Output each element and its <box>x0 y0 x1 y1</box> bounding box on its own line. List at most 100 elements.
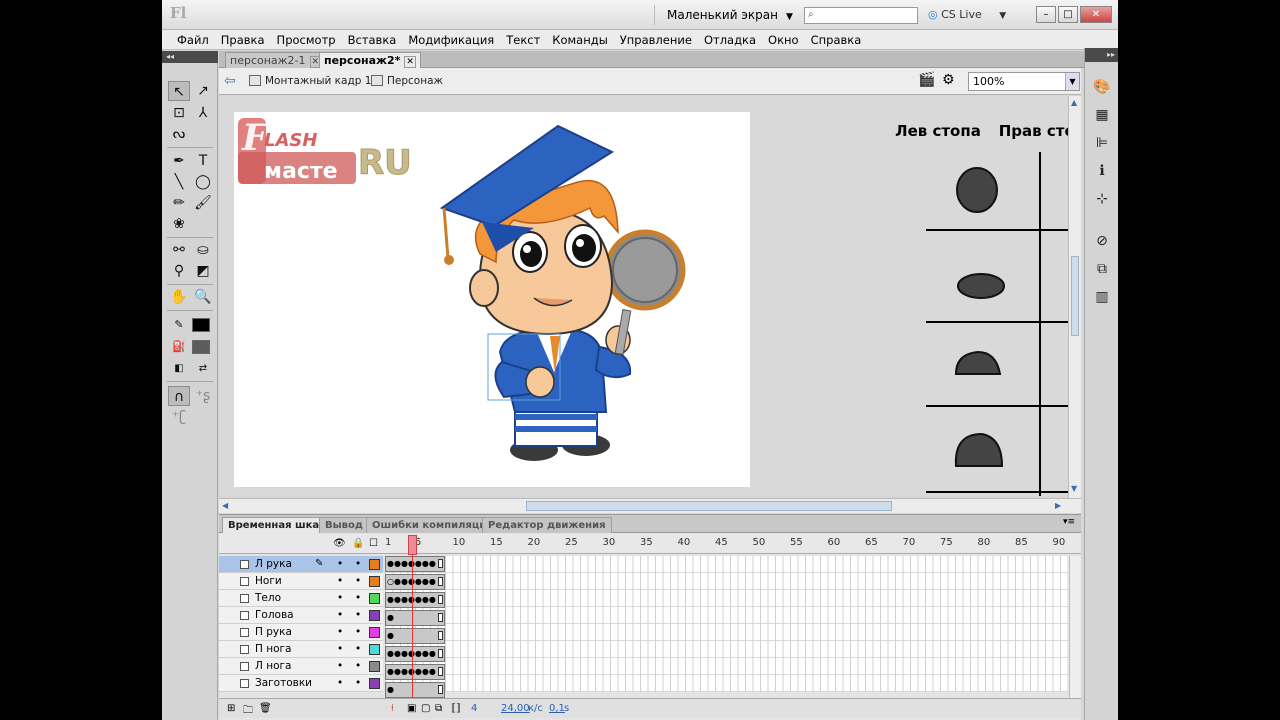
lock-toggle[interactable]: • <box>355 675 361 691</box>
keyframe-span[interactable] <box>385 610 445 626</box>
close-button[interactable]: ✕ <box>1080 6 1112 23</box>
menu-modify[interactable]: Модификация <box>402 30 500 49</box>
align-icon[interactable]: ⊫ <box>1093 134 1111 152</box>
edit-scene-icon[interactable]: 🎬 <box>918 72 935 88</box>
lock-toggle[interactable]: • <box>355 573 361 589</box>
stage-vscroll-thumb[interactable] <box>1071 256 1079 336</box>
scroll-down-icon[interactable]: ▼ <box>1071 484 1077 493</box>
lock-toggle[interactable]: • <box>355 607 361 623</box>
layer-name[interactable]: Л рука <box>255 556 292 572</box>
back-arrow-icon[interactable]: ⇦ <box>224 73 236 89</box>
menu-debug[interactable]: Отладка <box>698 30 762 49</box>
keyframe-markers[interactable]: ● <box>387 628 394 644</box>
eye-icon[interactable]: 👁 <box>333 538 346 549</box>
minimize-button[interactable]: – <box>1036 6 1056 23</box>
pencil-tool-icon[interactable]: ✏ <box>168 193 190 213</box>
playhead[interactable] <box>408 535 417 555</box>
menu-insert[interactable]: Вставка <box>342 30 403 49</box>
straighten-icon[interactable]: ⁺ʗ <box>168 407 190 427</box>
menu-view[interactable]: Просмотр <box>271 30 342 49</box>
brush-tool-icon[interactable]: 🖌 <box>192 193 214 213</box>
visibility-toggle[interactable]: • <box>337 573 343 589</box>
menu-edit[interactable]: Правка <box>215 30 271 49</box>
layer-name[interactable]: Ноги <box>255 573 282 589</box>
visibility-toggle[interactable]: • <box>337 675 343 691</box>
smooth-icon[interactable]: ⁺ʂ <box>192 386 214 406</box>
eyedropper-tool-icon[interactable]: ⚲ <box>168 261 190 281</box>
visibility-toggle[interactable]: • <box>337 624 343 640</box>
paint-bucket-tool-icon[interactable]: ⛀ <box>192 240 214 260</box>
keyframe-markers[interactable]: ● <box>387 682 394 698</box>
layer-row[interactable]: Л рука ✎ • • <box>219 556 383 573</box>
eraser-tool-icon[interactable]: ◩ <box>192 261 214 281</box>
layer-name[interactable]: Л нога <box>255 658 291 674</box>
new-folder-icon[interactable]: 🗀 <box>243 703 253 720</box>
lock-toggle[interactable]: • <box>355 658 361 674</box>
layer-name[interactable]: Голова <box>255 607 294 623</box>
restore-button[interactable]: □ <box>1058 6 1078 23</box>
edit-multiple-frames-icon[interactable]: ⧉ <box>435 703 442 714</box>
breadcrumb-scene[interactable]: Монтажный кадр 1 <box>249 75 371 87</box>
stage-vertical-scrollbar[interactable]: ▲ ▼ <box>1068 96 1081 498</box>
outline-icon[interactable]: ☐ <box>369 538 378 549</box>
stage[interactable]: F LASH масте RU <box>234 112 750 487</box>
layer-color-swatch[interactable] <box>369 559 380 570</box>
motion-presets-icon[interactable]: ⊘ <box>1093 232 1111 250</box>
onion-skin-icon[interactable]: ▣ <box>407 703 416 714</box>
keyframe-span[interactable] <box>385 682 445 698</box>
lasso-tool-icon[interactable]: ᔓ <box>168 124 190 144</box>
layer-row[interactable]: П рука • • <box>219 624 383 641</box>
layer-color-swatch[interactable] <box>369 627 380 638</box>
layer-color-swatch[interactable] <box>369 661 380 672</box>
modify-onion-markers-icon[interactable]: ⟦⟧ <box>451 703 461 714</box>
transform-icon[interactable]: ⊹ <box>1093 190 1111 208</box>
layer-color-swatch[interactable] <box>369 576 380 587</box>
stage-hscroll-thumb[interactable] <box>526 501 892 511</box>
info-icon[interactable]: ℹ <box>1093 162 1111 180</box>
layer-row[interactable]: Голова • • <box>219 607 383 624</box>
layer-name[interactable]: Заготовки <box>255 675 312 691</box>
tab-output[interactable]: Вывод <box>319 517 369 533</box>
edit-symbols-icon[interactable]: ⚙ <box>942 72 955 88</box>
fps-value[interactable]: 24,00 <box>501 703 530 714</box>
breadcrumb-symbol[interactable]: Персонаж <box>371 75 443 87</box>
visibility-toggle[interactable]: • <box>337 641 343 657</box>
layer-row[interactable]: Тело • • <box>219 590 383 607</box>
zoom-select[interactable]: 100% ▼ <box>968 72 1080 91</box>
layer-color-swatch[interactable] <box>369 593 380 604</box>
stroke-color-swatch[interactable] <box>192 318 210 332</box>
layer-row[interactable]: Ноги • • <box>219 573 383 590</box>
snap-magnet-icon[interactable]: ∩ <box>168 386 190 406</box>
layer-color-swatch[interactable] <box>369 610 380 621</box>
workspace-switcher[interactable]: Маленький экран ▼ <box>654 5 793 25</box>
lock-icon[interactable]: 🔒 <box>352 538 364 549</box>
frame-ruler[interactable]: 1 5 10 15 20 25 30 35 40 45 50 55 60 65 70 75 80 85 90 <box>385 534 1081 554</box>
center-frame-icon[interactable]: ⍿ <box>391 703 394 714</box>
layer-color-swatch[interactable] <box>369 644 380 655</box>
bone-tool-icon[interactable]: ⚯ <box>168 240 190 260</box>
tools-collapse-button[interactable]: ◂◂ <box>162 51 218 63</box>
scroll-up-icon[interactable]: ▲ <box>1071 98 1077 107</box>
menu-window[interactable]: Окно <box>762 30 805 49</box>
selection-tool-icon[interactable]: ↖ <box>168 81 190 101</box>
pen-tool-icon[interactable]: ✒ <box>168 151 190 171</box>
lock-toggle[interactable]: • <box>355 641 361 657</box>
tab-motion-editor[interactable]: Редактор движения <box>482 517 612 533</box>
visibility-toggle[interactable]: • <box>337 556 343 572</box>
lock-toggle[interactable]: • <box>355 624 361 640</box>
lock-toggle[interactable]: • <box>355 590 361 606</box>
keyframe-span[interactable] <box>385 628 445 644</box>
visibility-toggle[interactable]: • <box>337 658 343 674</box>
pasteboard[interactable]: F LASH масте RU Лев стопа Прав ст <box>219 96 1068 496</box>
color-palette-icon[interactable]: 🎨 <box>1093 78 1111 96</box>
layer-row[interactable]: Заготовки • • <box>219 675 383 692</box>
panel-collapse-button[interactable]: ▸▸ <box>1085 48 1118 62</box>
timeline-vertical-scrollbar[interactable] <box>1069 556 1081 698</box>
library-icon[interactable]: ▥ <box>1093 288 1111 306</box>
components-icon[interactable]: ⧉ <box>1093 260 1111 278</box>
doc-tab-2[interactable]: персонаж2* ✕ <box>319 52 421 68</box>
elapsed-time-value[interactable]: 0,1 <box>549 703 565 714</box>
scroll-left-icon[interactable]: ◀ <box>222 501 228 510</box>
frame-grid[interactable] <box>385 556 1071 692</box>
stage-horizontal-scrollbar[interactable]: ◀ ▶ <box>219 498 1081 513</box>
